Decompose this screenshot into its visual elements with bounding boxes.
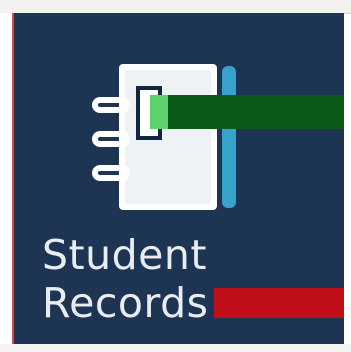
notebook-strip xyxy=(222,66,236,208)
tile-title-line-2: Records xyxy=(42,279,209,327)
ring-icon xyxy=(92,165,130,181)
ring-icon xyxy=(92,131,130,147)
left-edge xyxy=(0,13,14,352)
window-titlebar xyxy=(0,0,351,14)
overlay-band-red xyxy=(214,288,344,318)
tile-title-line-1: Student xyxy=(42,231,207,279)
notebook-page xyxy=(119,64,217,210)
overlay-band-green xyxy=(150,95,344,129)
ring-icon xyxy=(92,97,130,113)
notebook-icon xyxy=(92,60,252,220)
window-bottom-edge xyxy=(0,344,351,352)
overlay-sliver-green xyxy=(150,95,168,129)
app-tile-window: Student Records xyxy=(0,0,351,352)
